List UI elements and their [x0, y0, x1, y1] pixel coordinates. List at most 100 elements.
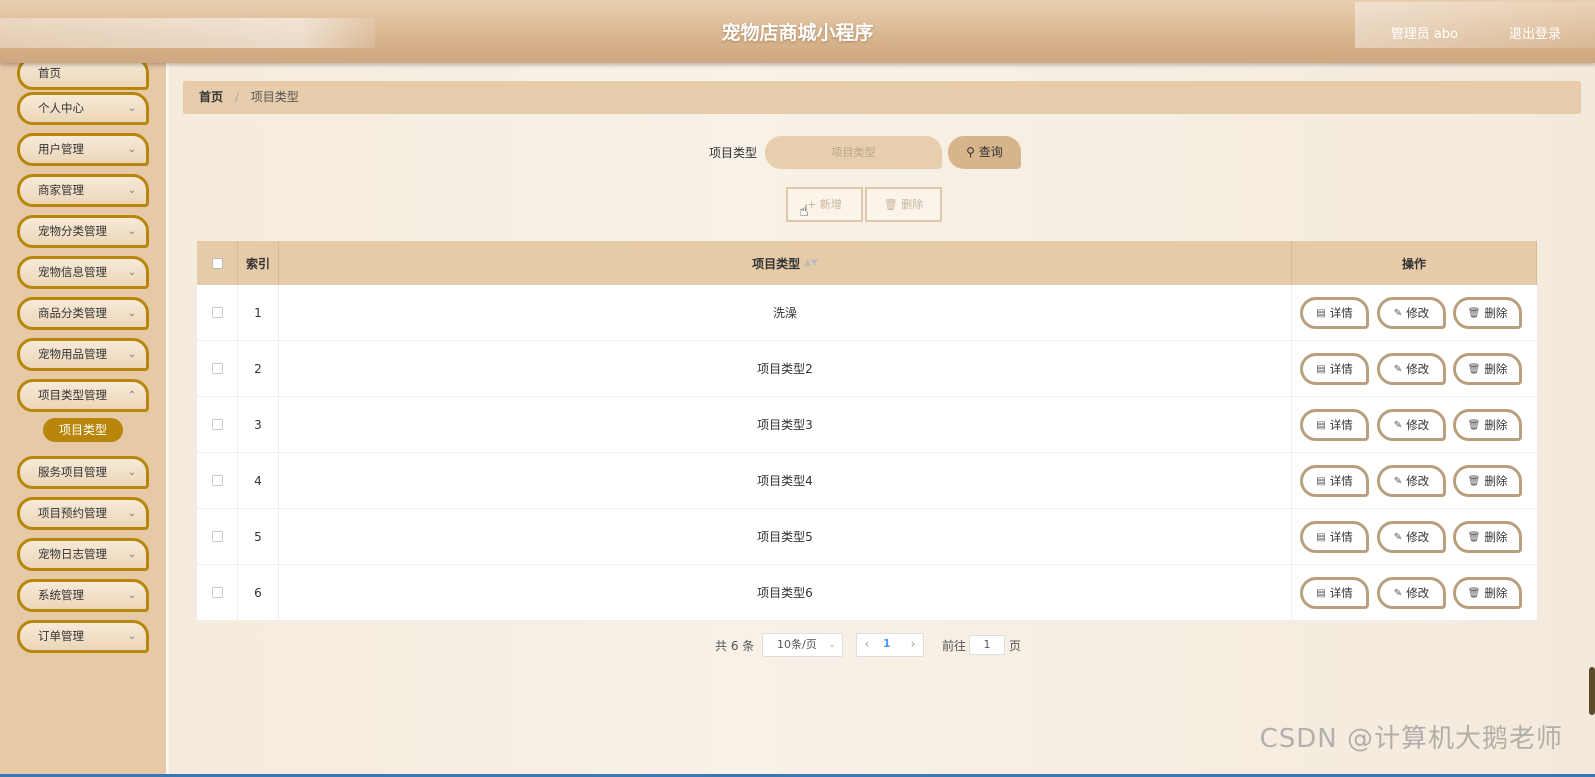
breadcrumb-home[interactable]: 首页 [199, 90, 223, 104]
sidebar-item-label: 宠物用品管理 [38, 347, 107, 361]
row-type: 项目类型6 [279, 565, 1292, 620]
scrollbar-thumb[interactable] [1589, 667, 1595, 715]
column-header-ops: 操作 [1292, 241, 1537, 285]
page-unit-label: 页 [1009, 639, 1022, 653]
edit-button[interactable]: ✎ 修改 [1377, 297, 1446, 329]
delete-button[interactable]: 🗑 删除 [1453, 577, 1522, 609]
row-checkbox-cell [197, 285, 238, 340]
chevron-down-icon: ⌄ [127, 349, 136, 360]
table-row: 4 项目类型4 ▤ 详情 ✎ 修改 🗑 删除 [197, 453, 1537, 509]
column-header-type[interactable]: 项目类型 ▲▼ [279, 241, 1292, 285]
row-type: 洗澡 [279, 285, 1292, 340]
sidebar-subitem-project-type[interactable]: 项目类型 [43, 418, 123, 442]
trash-icon: 🗑 [1467, 587, 1481, 599]
row-checkbox-cell [197, 397, 238, 452]
search-input[interactable] [765, 136, 942, 169]
current-page[interactable]: 1 [883, 637, 891, 650]
column-header-type-label: 项目类型 [752, 256, 801, 271]
row-checkbox[interactable] [211, 587, 223, 598]
table-row: 3 项目类型3 ▤ 详情 ✎ 修改 🗑 删除 [197, 397, 1537, 453]
pencil-icon: ✎ [1393, 307, 1403, 319]
edit-button[interactable]: ✎ 修改 [1377, 577, 1446, 609]
select-all-checkbox[interactable] [211, 257, 223, 269]
watermark: CSDN @计算机大鹅老师 [1259, 724, 1563, 754]
detail-button[interactable]: ▤ 详情 [1300, 521, 1369, 553]
row-ops: ▤ 详情 ✎ 修改 🗑 删除 [1292, 509, 1537, 564]
sidebar-item-pet-supplies[interactable]: 宠物用品管理 ⌄ [17, 338, 149, 371]
pencil-icon: ✎ [1393, 531, 1403, 543]
sidebar-item-personal-center[interactable]: 个人中心 ⌄ [17, 92, 149, 125]
breadcrumb-separator: / [234, 90, 239, 104]
delete-button-label: 删除 [1484, 418, 1508, 432]
sidebar-item-label: 服务项目管理 [38, 465, 107, 479]
row-index: 2 [238, 341, 279, 396]
detail-button[interactable]: ▤ 详情 [1300, 409, 1369, 441]
batch-delete-button[interactable]: 🗑 删除 [865, 187, 942, 222]
delete-button[interactable]: 🗑 删除 [1453, 409, 1522, 441]
detail-button[interactable]: ▤ 详情 [1300, 465, 1369, 497]
detail-button[interactable]: ▤ 详情 [1300, 353, 1369, 385]
sort-icon[interactable]: ▲▼ [804, 258, 818, 268]
row-checkbox[interactable] [211, 419, 223, 430]
delete-button[interactable]: 🗑 删除 [1453, 297, 1522, 329]
detail-button[interactable]: ▤ 详情 [1300, 297, 1369, 329]
row-index: 1 [238, 285, 279, 340]
next-page-button[interactable]: › [903, 633, 923, 657]
trash-icon: 🗑 [883, 198, 898, 211]
delete-button[interactable]: 🗑 删除 [1453, 521, 1522, 553]
sidebar-item-pet-category[interactable]: 宠物分类管理 ⌄ [17, 215, 149, 248]
row-checkbox[interactable] [211, 363, 223, 374]
edit-button[interactable]: ✎ 修改 [1377, 465, 1446, 497]
sidebar-item-merchant-management[interactable]: 商家管理 ⌄ [17, 174, 149, 207]
sidebar-item-orders[interactable]: 订单管理 ⌄ [17, 620, 149, 653]
pointer-cursor-icon: ☝ [799, 201, 809, 220]
row-checkbox[interactable] [211, 531, 223, 542]
sidebar-item-pet-info[interactable]: 宠物信息管理 ⌄ [17, 256, 149, 289]
table-row: 1 洗澡 ▤ 详情 ✎ 修改 🗑 删除 [197, 285, 1537, 341]
prev-page-button[interactable]: ‹ [857, 633, 877, 657]
row-index: 5 [238, 509, 279, 564]
page-size-value: 10条/页 [777, 638, 817, 651]
page-size-select[interactable]: 10条/页 ⌄ [762, 633, 843, 657]
chevron-down-icon: ⌄ [127, 549, 136, 560]
document-icon: ▤ [1316, 307, 1326, 319]
detail-button-label: 详情 [1329, 586, 1353, 600]
detail-button-label: 详情 [1329, 362, 1353, 376]
trash-icon: 🗑 [1467, 531, 1481, 543]
add-button[interactable]: + 新增 [786, 187, 863, 222]
chevron-down-icon: ⌄ [127, 144, 136, 155]
sidebar-item-project-type-management[interactable]: 项目类型管理 ⌃ [17, 379, 149, 412]
sidebar-item-product-category[interactable]: 商品分类管理 ⌄ [17, 297, 149, 330]
trash-icon: 🗑 [1467, 475, 1481, 487]
chevron-down-icon: ⌄ [127, 226, 136, 237]
sidebar-item-pet-log[interactable]: 宠物日志管理 ⌄ [17, 538, 149, 571]
chevron-down-icon: ⌄ [127, 103, 136, 114]
delete-button[interactable]: 🗑 删除 [1453, 465, 1522, 497]
app-title: 宠物店商城小程序 [721, 22, 874, 44]
chevron-down-icon: ⌄ [828, 640, 836, 650]
logout-link[interactable]: 退出登录 [1509, 23, 1561, 42]
edit-button-label: 修改 [1406, 362, 1430, 376]
sidebar-item-project-booking[interactable]: 项目预约管理 ⌄ [17, 497, 149, 530]
query-button[interactable]: ⚲ 查询 [948, 136, 1021, 169]
chevron-down-icon: ⌄ [127, 467, 136, 478]
breadcrumb: 首页 / 项目类型 [183, 81, 1581, 114]
sidebar-item-label: 商品分类管理 [38, 306, 107, 320]
current-user: 管理员 abo [1390, 27, 1458, 42]
row-checkbox-cell [197, 565, 238, 620]
sidebar-item-system[interactable]: 系统管理 ⌄ [17, 579, 149, 612]
edit-button[interactable]: ✎ 修改 [1377, 521, 1446, 553]
sidebar-item-home[interactable]: 首页 [17, 63, 149, 90]
sidebar-item-user-management[interactable]: 用户管理 ⌄ [17, 133, 149, 166]
goto-page-input[interactable]: 1 [969, 635, 1005, 655]
edit-button[interactable]: ✎ 修改 [1377, 353, 1446, 385]
sidebar-item-service-project[interactable]: 服务项目管理 ⌄ [17, 456, 149, 489]
edit-button[interactable]: ✎ 修改 [1377, 409, 1446, 441]
row-checkbox[interactable] [211, 307, 223, 318]
document-icon: ▤ [1316, 363, 1326, 375]
row-checkbox[interactable] [211, 475, 223, 486]
delete-button[interactable]: 🗑 删除 [1453, 353, 1522, 385]
row-index: 3 [238, 397, 279, 452]
document-icon: ▤ [1316, 475, 1326, 487]
detail-button[interactable]: ▤ 详情 [1300, 577, 1369, 609]
